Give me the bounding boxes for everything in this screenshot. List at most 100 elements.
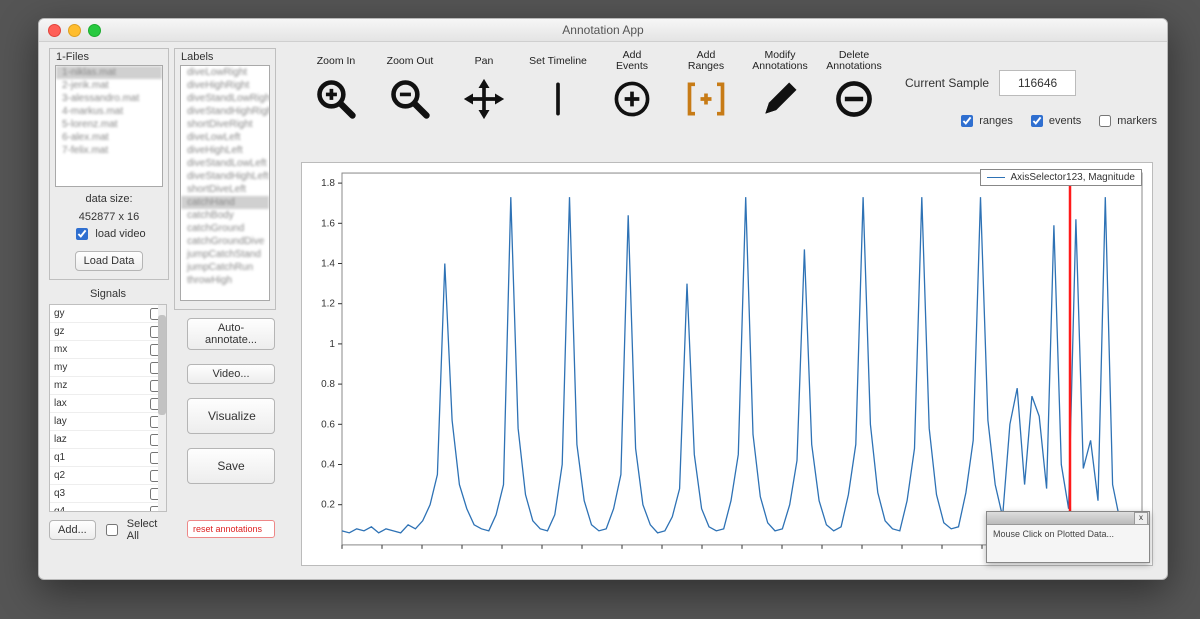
current-sample-label: Current Sample: [905, 76, 989, 90]
signal-row[interactable]: gy: [50, 305, 166, 323]
zoom-in-tool[interactable]: Zoom In: [299, 48, 373, 124]
label-row[interactable]: diveStandHighLeft: [181, 170, 269, 183]
save-button[interactable]: Save: [187, 448, 275, 484]
label-row[interactable]: diveHighLeft: [181, 144, 269, 157]
signal-row[interactable]: mx: [50, 341, 166, 359]
current-sample: Current Sample 116646: [905, 70, 1076, 96]
label-row[interactable]: catchHand: [181, 196, 269, 209]
label-row[interactable]: diveStandHighRight: [181, 105, 269, 118]
timeline-icon: [521, 74, 595, 124]
svg-text:1.4: 1.4: [321, 258, 335, 269]
files-panel-title: 1-Files: [50, 49, 168, 65]
auto-annotate-button[interactable]: Auto-annotate...: [187, 318, 275, 350]
delete-icon: [817, 74, 891, 124]
add-ranges-icon: [669, 74, 743, 124]
label-row[interactable]: diveHighRight: [181, 79, 269, 92]
signal-row[interactable]: lax: [50, 395, 166, 413]
signal-plot[interactable]: 0.2 0.4 0.6 0.8 1 1.2 1.4 1.6 1.8 AxisSelector12…: [301, 162, 1153, 566]
select-all-label: Select All: [127, 518, 167, 542]
add-signal-button[interactable]: Add...: [49, 520, 96, 540]
signal-row[interactable]: q4: [50, 503, 166, 512]
reset-annotations-button[interactable]: reset annotations: [187, 520, 275, 538]
label-row[interactable]: diveLowLeft: [181, 131, 269, 144]
svg-text:1.6: 1.6: [321, 218, 335, 229]
signal-row[interactable]: q1: [50, 449, 166, 467]
signal-row[interactable]: my: [50, 359, 166, 377]
titlebar: Annotation App: [39, 19, 1167, 42]
mouse-click-popup[interactable]: x Mouse Click on Plotted Data...: [986, 511, 1150, 563]
modify-annotations-tool[interactable]: Modify Annotations: [743, 48, 817, 124]
markers-checkbox[interactable]: [1099, 115, 1111, 127]
signals-header: Signals: [49, 288, 167, 300]
file-row[interactable]: 7-felix.mat: [56, 144, 162, 157]
popup-close-button[interactable]: x: [1134, 512, 1148, 525]
select-all-checkbox[interactable]: [106, 524, 118, 536]
svg-text:0.4: 0.4: [321, 459, 335, 470]
file-row[interactable]: 4-markus.mat: [56, 105, 162, 118]
load-video-label: load video: [95, 228, 145, 240]
svg-text:0.2: 0.2: [321, 500, 335, 511]
set-timeline-tool[interactable]: Set Timeline: [521, 48, 595, 124]
delete-annotations-tool[interactable]: Delete Annotations: [817, 48, 891, 124]
current-sample-value[interactable]: 116646: [999, 70, 1076, 96]
signal-row[interactable]: q2: [50, 467, 166, 485]
labels-panel: Labels diveLowRightdiveHighRightdiveStan…: [174, 48, 276, 310]
svg-text:0.8: 0.8: [321, 379, 335, 390]
label-row[interactable]: diveStandLowLeft: [181, 157, 269, 170]
label-row[interactable]: throwHigh: [181, 274, 269, 287]
window-title: Annotation App: [39, 23, 1167, 37]
overlay-checkboxes: ranges events markers: [957, 112, 1157, 130]
zoom-in-icon: [299, 74, 373, 124]
signal-row[interactable]: lay: [50, 413, 166, 431]
svg-text:0.6: 0.6: [321, 419, 335, 430]
label-row[interactable]: catchBody: [181, 209, 269, 222]
add-ranges-tool[interactable]: Add Ranges: [669, 48, 743, 124]
ranges-checkbox[interactable]: [961, 115, 973, 127]
label-row[interactable]: catchGround: [181, 222, 269, 235]
app-window: Annotation App 1-Files 1-niklas.mat2-jer…: [38, 18, 1168, 580]
add-events-tool[interactable]: Add Events: [595, 48, 669, 124]
pan-tool[interactable]: Pan: [447, 48, 521, 124]
video-button[interactable]: Video...: [187, 364, 275, 384]
labels-panel-title: Labels: [175, 49, 275, 65]
signal-row[interactable]: q3: [50, 485, 166, 503]
label-row[interactable]: shortDiveLeft: [181, 183, 269, 196]
load-video-checkbox[interactable]: [76, 228, 88, 240]
labels-listbox[interactable]: diveLowRightdiveHighRightdiveStandLowRig…: [180, 65, 270, 301]
label-row[interactable]: diveLowRight: [181, 66, 269, 79]
file-row[interactable]: 2-jerik.mat: [56, 79, 162, 92]
label-row[interactable]: catchGroundDive: [181, 235, 269, 248]
svg-text:1.8: 1.8: [321, 178, 335, 189]
label-row[interactable]: jumpCatchStand: [181, 248, 269, 261]
visualize-button[interactable]: Visualize: [187, 398, 275, 434]
signals-scrollbar[interactable]: [158, 305, 166, 511]
side-buttons: Auto-annotate... Video... Visualize Save…: [187, 318, 275, 538]
zoom-out-tool[interactable]: Zoom Out: [373, 48, 447, 124]
signal-row[interactable]: mz: [50, 377, 166, 395]
file-row[interactable]: 3-alessandro.mat: [56, 92, 162, 105]
plot-legend: AxisSelector123, Magnitude: [980, 169, 1142, 186]
label-row[interactable]: jumpCatchRun: [181, 261, 269, 274]
files-listbox[interactable]: 1-niklas.mat2-jerik.mat3-alessandro.mat4…: [55, 65, 163, 187]
file-row[interactable]: 6-alex.mat: [56, 131, 162, 144]
toolbar: Zoom In Zoom Out Pan Set Timeline: [299, 48, 1157, 156]
load-data-button[interactable]: Load Data: [75, 251, 144, 271]
label-row[interactable]: diveStandLowRight: [181, 92, 269, 105]
add-events-icon: [595, 74, 669, 124]
label-row[interactable]: shortDiveRight: [181, 118, 269, 131]
signal-row[interactable]: laz: [50, 431, 166, 449]
svg-text:1: 1: [329, 339, 335, 350]
signals-panel: Signals gygzmxmymzlaxlaylazq1q2q3q4AxisS…: [49, 288, 167, 578]
file-row[interactable]: 1-niklas.mat: [56, 66, 162, 79]
zoom-out-icon: [373, 74, 447, 124]
signals-listbox[interactable]: gygzmxmymzlaxlaylazq1q2q3q4AxisSelector1…: [49, 304, 167, 512]
pan-icon: [447, 74, 521, 124]
svg-text:1.2: 1.2: [321, 299, 335, 310]
data-size-label: data size:: [50, 193, 168, 205]
file-row[interactable]: 5-lorenz.mat: [56, 118, 162, 131]
signal-row[interactable]: gz: [50, 323, 166, 341]
files-panel: 1-Files 1-niklas.mat2-jerik.mat3-alessan…: [49, 48, 169, 280]
events-checkbox[interactable]: [1031, 115, 1043, 127]
data-size-value: 452877 x 16: [50, 211, 168, 223]
pencil-icon: [743, 74, 817, 124]
